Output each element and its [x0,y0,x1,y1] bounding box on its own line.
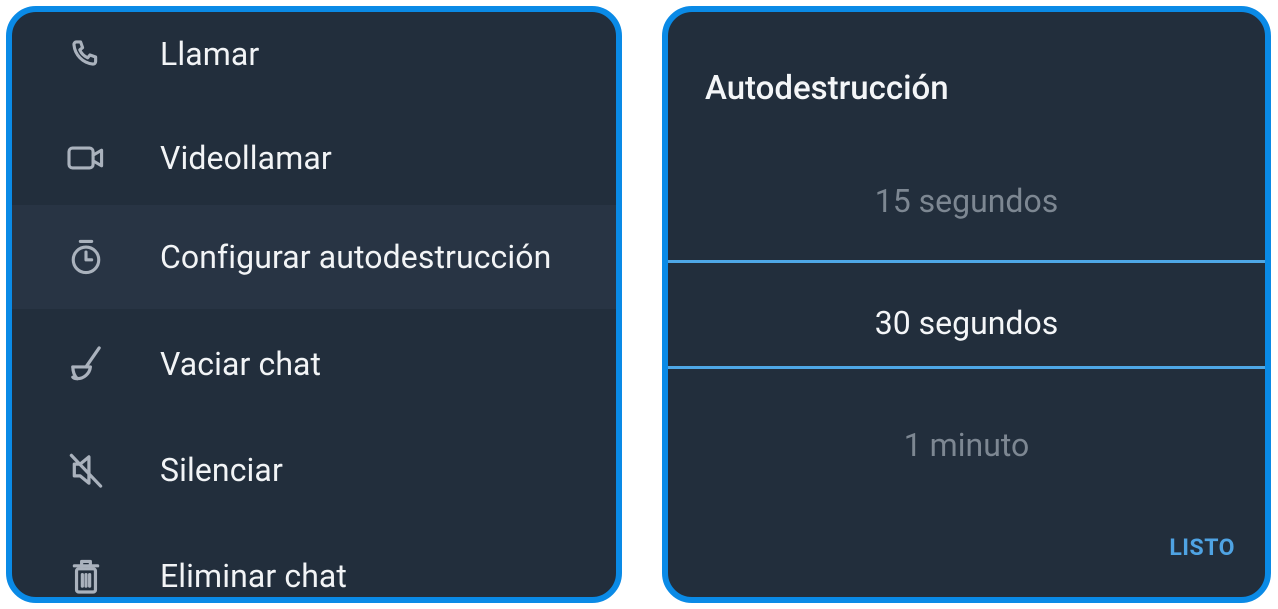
menu-item-label: Silenciar [160,451,283,489]
menu-item-label: Configurar autodestrucción [160,238,552,276]
chat-options-menu: Llamar Videollamar Configurar autodestru… [6,6,622,603]
menu-item-self-destruct[interactable]: Configurar autodestrucción [12,205,616,309]
menu-item-label: Vaciar chat [160,345,322,383]
picker-divider-bottom [668,366,1265,369]
self-destruct-dialog: Autodestrucción 15 segundos 30 segundos … [662,6,1271,603]
video-camera-icon [58,136,114,180]
picker-option-next[interactable]: 1 minuto [668,426,1265,464]
picker-option-selected[interactable]: 30 segundos [668,304,1265,342]
dialog-title: Autodestrucción [705,69,949,108]
speaker-mute-icon [58,448,114,492]
menu-item-clear-chat[interactable]: Vaciar chat [12,312,616,416]
menu-item-video-call[interactable]: Videollamar [12,106,616,210]
menu-item-label: Llamar [160,35,260,73]
timer-icon [58,235,114,279]
broom-icon [58,342,114,386]
menu-item-call[interactable]: Llamar [12,12,616,106]
done-button[interactable]: LISTO [1169,534,1235,561]
trash-icon [58,554,114,597]
menu-item-delete-chat[interactable]: Eliminar chat [12,524,616,597]
menu-item-label: Videollamar [160,139,332,177]
menu-item-mute[interactable]: Silenciar [12,418,616,522]
picker-option-previous[interactable]: 15 segundos [668,182,1265,220]
menu-item-label: Eliminar chat [160,557,348,595]
picker-divider-top [668,260,1265,263]
phone-icon [58,32,114,76]
